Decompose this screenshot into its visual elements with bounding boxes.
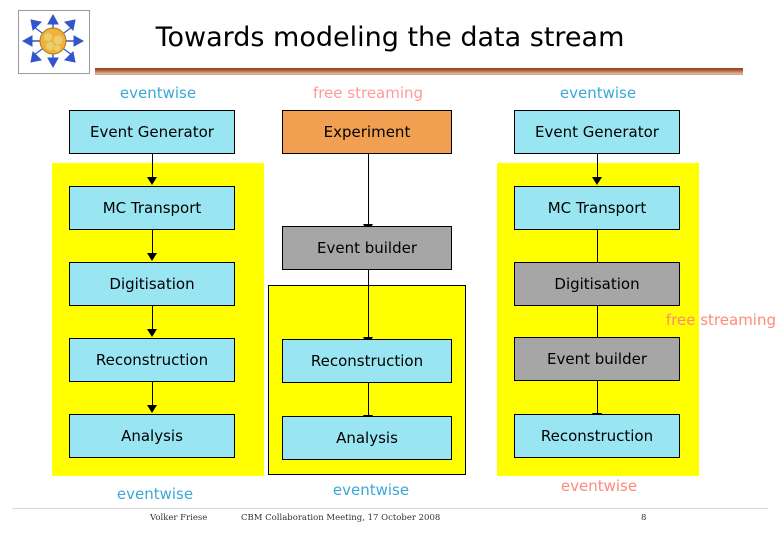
- caption-right-free-streaming: free streaming: [665, 311, 776, 329]
- box-mid-analysis[interactable]: Analysis: [282, 416, 452, 460]
- box-mid-reconstruction[interactable]: Reconstruction: [282, 339, 452, 383]
- box-right-mc-transport[interactable]: MC Transport: [514, 186, 680, 230]
- arrow-mid-1: [368, 154, 369, 224]
- arrow-left-3-head: [147, 329, 157, 337]
- box-left-event-generator[interactable]: Event Generator: [69, 110, 235, 154]
- box-left-reconstruction[interactable]: Reconstruction: [69, 338, 235, 382]
- caption-top-left: eventwise: [119, 84, 197, 102]
- arrow-left-2-head: [147, 253, 157, 261]
- arrow-right-1-head: [592, 177, 602, 185]
- arrow-right-4: [597, 381, 598, 413]
- caption-top-middle: free streaming: [312, 84, 424, 102]
- footer-divider: [12, 508, 768, 509]
- arrow-right-2: [597, 230, 598, 262]
- slide: Towards modeling the data stream eventwi…: [0, 0, 780, 540]
- caption-bottom-middle: eventwise: [332, 481, 410, 499]
- box-right-digitisation[interactable]: Digitisation: [514, 262, 680, 306]
- arrow-right-3: [597, 306, 598, 337]
- box-mid-event-builder[interactable]: Event builder: [282, 226, 452, 270]
- box-right-event-builder[interactable]: Event builder: [514, 337, 680, 381]
- arrow-left-2: [152, 230, 153, 253]
- page-title: Towards modeling the data stream: [155, 22, 625, 53]
- box-left-mc-transport[interactable]: MC Transport: [69, 186, 235, 230]
- box-right-event-generator[interactable]: Event Generator: [514, 110, 680, 154]
- arrow-left-1: [152, 154, 153, 177]
- box-mid-experiment[interactable]: Experiment: [282, 110, 452, 154]
- title-divider: [95, 68, 743, 75]
- arrow-left-4: [152, 382, 153, 405]
- box-left-digitisation[interactable]: Digitisation: [69, 262, 235, 306]
- arrow-left-4-head: [147, 405, 157, 413]
- footer-page-number: 8: [641, 513, 647, 523]
- footer-author: Volker Friese: [150, 513, 208, 523]
- box-left-analysis[interactable]: Analysis: [69, 414, 235, 458]
- caption-bottom-right: eventwise: [560, 477, 638, 495]
- arrow-mid-2: [368, 270, 369, 337]
- caption-top-right: eventwise: [559, 84, 637, 102]
- box-right-reconstruction[interactable]: Reconstruction: [514, 414, 680, 458]
- caption-bottom-left: eventwise: [116, 485, 194, 503]
- footer-meeting: CBM Collaboration Meeting, 17 October 20…: [241, 513, 441, 523]
- arrow-right-1: [597, 154, 598, 177]
- arrow-left-3: [152, 306, 153, 329]
- arrow-mid-3: [368, 383, 369, 415]
- arrow-left-1-head: [147, 177, 157, 185]
